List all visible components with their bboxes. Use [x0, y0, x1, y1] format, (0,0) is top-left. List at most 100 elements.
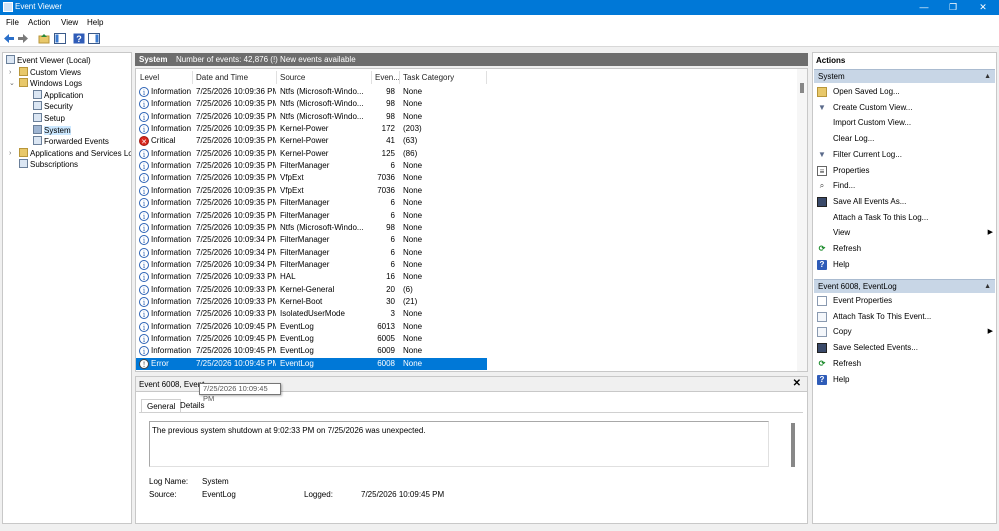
action-label: Filter Current Log... [833, 149, 902, 159]
close-button[interactable]: ✕ [968, 0, 998, 15]
action-properties[interactable]: ≡ Properties [817, 165, 995, 177]
event-row[interactable]: i Information 7/25/2026 10:09:34 PM FilterM… [136, 259, 487, 271]
event-row[interactable]: ✕ Critical 7/25/2026 10:09:35 PM Kernel-Pow… [136, 135, 487, 147]
actions-section-event[interactable]: Event 6008, EventLog ▲ [814, 279, 995, 293]
action-find[interactable]: ⌕ Find... [817, 180, 995, 192]
action-copy[interactable]: Copy ▶ [817, 326, 995, 338]
message-scrollbar[interactable] [791, 423, 795, 467]
action-help[interactable]: ? Help [817, 374, 995, 386]
action-save-all-events-as[interactable]: Save All Events As... [817, 196, 995, 208]
info-icon: i [139, 222, 149, 233]
show-hide-tree-icon[interactable] [54, 33, 66, 44]
minimize-button[interactable]: — [909, 0, 939, 15]
event-row[interactable]: i Information 7/25/2026 10:09:34 PM FilterM… [136, 234, 487, 246]
column-header-source[interactable]: Source [280, 69, 305, 86]
action-label: Open Saved Log... [833, 87, 900, 96]
tree-item-custom-views[interactable]: › Custom Views [9, 67, 81, 78]
action-save-selected-events[interactable]: Save Selected Events... [817, 342, 995, 354]
expand-arrow-icon[interactable]: › [9, 148, 11, 159]
back-arrow-icon[interactable] [3, 33, 15, 44]
action-import-custom-view[interactable]: Import Custom View... [817, 117, 995, 129]
event-date: 7/25/2026 10:09:35 PM [196, 99, 276, 109]
forward-arrow-icon[interactable] [17, 33, 29, 44]
action-label: Import Custom View... [833, 118, 912, 128]
event-row[interactable]: i Information 7/25/2026 10:09:45 PM EventLo… [136, 345, 487, 357]
event-row[interactable]: i Information 7/25/2026 10:09:35 PM FilterM… [136, 160, 487, 172]
event-row[interactable]: i Information 7/25/2026 10:09:35 PM VfpExt 7… [136, 172, 487, 184]
action-create-custom-view[interactable]: ▼ Create Custom View... [817, 102, 995, 114]
event-level: Information [151, 247, 191, 257]
action-view[interactable]: View ▶ [817, 227, 995, 239]
action-label: Create Custom View... [833, 102, 913, 112]
event-row[interactable]: i Information 7/25/2026 10:09:36 PM Ntfs (M… [136, 86, 487, 98]
action-filter-current-log[interactable]: ▼ Filter Current Log... [817, 149, 995, 161]
event-row[interactable]: i Information 7/25/2026 10:09:33 PM Kernel-… [136, 296, 487, 308]
tree-item-event-viewer-local[interactable]: Event Viewer (Local) [6, 55, 91, 66]
column-separator [192, 71, 193, 84]
scrollbar-thumb[interactable] [800, 83, 804, 93]
event-row[interactable]: i Information 7/25/2026 10:09:35 PM Kernel-… [136, 123, 487, 135]
event-row[interactable]: ! Error 7/25/2026 10:09:45 PM EventLog 6008 N… [136, 357, 487, 370]
event-level: Information [151, 161, 191, 171]
event-row[interactable]: i Information 7/25/2026 10:09:35 PM Ntfs (M… [136, 222, 487, 234]
action-clear-log[interactable]: Clear Log... [817, 133, 995, 145]
event-date: 7/25/2026 10:09:35 PM [196, 148, 276, 158]
column-header-date-time[interactable]: Date and Time [196, 69, 248, 86]
details-close-icon[interactable]: ✕ [793, 378, 801, 389]
event-row[interactable]: i Information 7/25/2026 10:09:35 PM FilterM… [136, 197, 487, 209]
collapse-up-icon[interactable]: ▲ [984, 70, 991, 83]
event-row[interactable]: i Information 7/25/2026 10:09:35 PM FilterM… [136, 210, 487, 222]
show-hide-action-pane-icon[interactable] [88, 33, 100, 44]
event-source: EventLog [280, 358, 314, 368]
tab-details[interactable]: Details [180, 399, 204, 413]
column-header-event-id[interactable]: Even... [375, 69, 400, 86]
maximize-button[interactable]: ❐ [938, 0, 968, 15]
collapse-arrow-icon[interactable]: ⌄ [9, 78, 15, 89]
event-row[interactable]: i Information 7/25/2026 10:09:33 PM Kernel-… [136, 284, 487, 296]
tree-item-application[interactable]: Application [33, 90, 83, 101]
actions-pane: Actions System ▲ Open Saved Log... ▼ Creat… [812, 52, 997, 524]
actions-section-system[interactable]: System ▲ [814, 69, 995, 83]
tree-item-security[interactable]: Security [33, 101, 73, 112]
action-refresh[interactable]: ⟳ Refresh [817, 358, 995, 370]
event-row[interactable]: i Information 7/25/2026 10:09:45 PM EventLo… [136, 333, 487, 345]
menu-action[interactable]: Action [28, 18, 50, 27]
up-folder-icon[interactable] [38, 33, 50, 44]
expand-arrow-icon[interactable]: › [9, 67, 11, 78]
event-task-category: None [403, 259, 423, 269]
tab-general[interactable]: General [141, 399, 182, 413]
event-id: 30 [386, 296, 395, 306]
event-task-category: None [403, 309, 423, 319]
action-open-saved-log[interactable]: Open Saved Log... [817, 86, 995, 98]
event-row[interactable]: i Information 7/25/2026 10:09:35 PM Ntfs (M… [136, 98, 487, 110]
event-row[interactable]: i Information 7/25/2026 10:09:33 PM HAL 16 No… [136, 271, 487, 283]
event-row[interactable]: i Information 7/25/2026 10:09:35 PM Ntfs (M… [136, 111, 487, 123]
action-refresh[interactable]: ⟳ Refresh [817, 243, 995, 255]
event-date: 7/25/2026 10:09:33 PM [196, 296, 276, 306]
menu-file[interactable]: File [6, 18, 19, 27]
action-label: Attach a Task To this Log... [833, 212, 929, 222]
tree-item-windows-logs[interactable]: ⌄ Windows Logs [9, 78, 82, 89]
tree-item-setup[interactable]: Setup [33, 113, 65, 124]
action-help[interactable]: ? Help [817, 259, 995, 271]
event-row[interactable]: i Information 7/25/2026 10:09:35 PM Kernel-… [136, 148, 487, 160]
column-header-task-category[interactable]: Task Category [403, 69, 454, 86]
column-header-level[interactable]: Level [140, 69, 159, 86]
collapse-up-icon[interactable]: ▲ [984, 280, 991, 293]
tree-item-subscriptions[interactable]: Subscriptions [19, 159, 78, 170]
tree-item-forwarded-events[interactable]: Forwarded Events [33, 136, 109, 147]
action-attach-task-to-this-event[interactable]: Attach Task To This Event... [817, 311, 995, 323]
menu-view[interactable]: View [61, 18, 78, 27]
action-attach-a-task-to-this-log[interactable]: Attach a Task To this Log... [817, 212, 995, 224]
tree-item-system[interactable]: System [33, 125, 71, 136]
event-level: Information [151, 222, 191, 232]
event-list-scrollbar[interactable] [797, 69, 807, 371]
menu-help[interactable]: Help [87, 18, 103, 27]
event-row[interactable]: i Information 7/25/2026 10:09:45 PM EventLo… [136, 321, 487, 333]
event-row[interactable]: i Information 7/25/2026 10:09:34 PM FilterM… [136, 247, 487, 259]
action-event-properties[interactable]: Event Properties [817, 295, 995, 307]
tree-item-applications-and-services[interactable]: › Applications and Services Log [9, 148, 131, 159]
event-row[interactable]: i Information 7/25/2026 10:09:33 PM Isolate… [136, 308, 487, 320]
event-row[interactable]: i Information 7/25/2026 10:09:35 PM VfpExt 7… [136, 185, 487, 197]
help-icon[interactable]: ? [73, 33, 85, 44]
